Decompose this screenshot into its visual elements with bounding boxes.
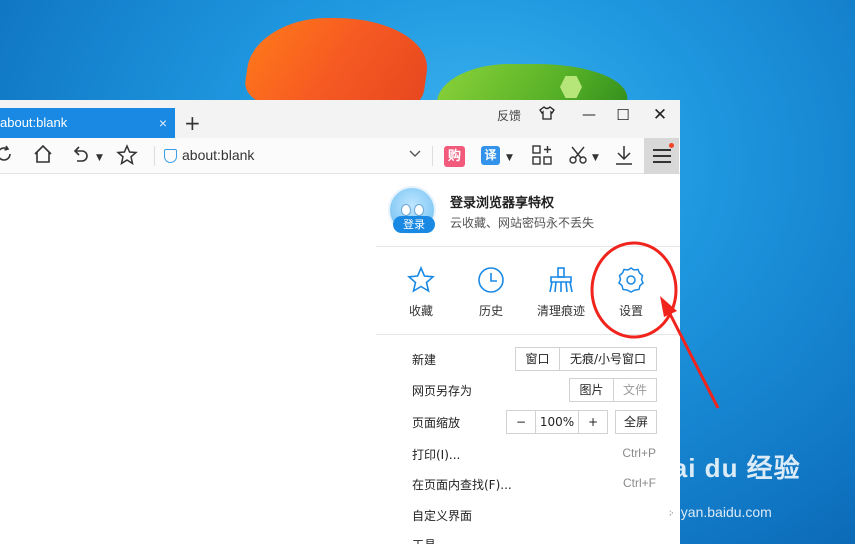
- main-menu-button[interactable]: [644, 138, 679, 174]
- quick-favorites-label: 收藏: [408, 304, 433, 318]
- quick-settings-button[interactable]: 设置: [598, 266, 664, 326]
- menu-row-zoom: 页面缩放 − 100% + 全屏: [412, 410, 672, 434]
- feedback-link[interactable]: 反馈: [497, 107, 521, 124]
- tab-close-icon[interactable]: ×: [159, 108, 167, 138]
- favorite-star-icon[interactable]: [116, 144, 138, 168]
- login-button[interactable]: 登录: [393, 216, 435, 233]
- avatar-eye: [401, 204, 411, 216]
- quick-favorites-button[interactable]: 收藏: [388, 266, 454, 326]
- watermark-url: jingyan.baidu.com: [659, 504, 772, 520]
- clock-icon: [478, 267, 504, 293]
- zoom-label: 页面缩放: [412, 416, 461, 430]
- menu-bar: [653, 161, 671, 163]
- save-as-label: 网页另存为: [412, 384, 473, 398]
- find-label: 在页面内查找(F)...: [412, 478, 512, 492]
- star-icon: [407, 266, 435, 293]
- new-incognito-window-button[interactable]: 无痕/小号窗口: [559, 347, 657, 371]
- menu-row-find[interactable]: 在页面内查找(F)... Ctrl+F: [412, 472, 672, 496]
- fullscreen-button[interactable]: 全屏: [615, 410, 657, 434]
- close-window-button[interactable]: ✕: [649, 104, 671, 126]
- zoom-value: 100%: [535, 410, 579, 434]
- home-icon[interactable]: [32, 144, 54, 168]
- new-label: 新建: [412, 353, 437, 367]
- menu-bar: [653, 155, 671, 157]
- gear-icon: [618, 267, 644, 293]
- new-tab-button[interactable]: +: [184, 113, 201, 133]
- print-label: 打印(I)...: [412, 448, 461, 462]
- quick-clean-label: 清理痕迹: [536, 304, 585, 318]
- translate-icon[interactable]: 译: [481, 146, 500, 165]
- maximize-button[interactable]: ☐: [612, 104, 634, 126]
- address-dropdown-icon[interactable]: [408, 144, 422, 168]
- translate-dropdown-icon[interactable]: ▼: [506, 146, 513, 170]
- new-window-button[interactable]: 窗口: [515, 347, 560, 371]
- screenshot-dropdown-icon[interactable]: ▼: [592, 146, 599, 170]
- scissors-icon[interactable]: [567, 144, 589, 168]
- quick-settings-label: 设置: [618, 304, 643, 318]
- divider: [376, 334, 680, 335]
- tab-about-blank[interactable]: about:blank ×: [0, 108, 175, 138]
- download-icon[interactable]: [613, 144, 635, 168]
- refresh-icon[interactable]: [0, 144, 14, 168]
- quick-history-label: 历史: [478, 304, 503, 318]
- tab-bar: about:blank × + 反馈 — ☐ ✕: [0, 100, 680, 138]
- tools-label: 工具: [412, 536, 436, 544]
- quick-clean-traces-button[interactable]: 清理痕迹: [528, 266, 594, 326]
- broom-icon: [549, 267, 573, 293]
- apps-grid-icon[interactable]: [531, 144, 553, 168]
- print-shortcut: Ctrl+P: [622, 446, 656, 460]
- menu-row-print[interactable]: 打印(I)... Ctrl+P: [412, 442, 672, 466]
- skin-shirt-icon[interactable]: [536, 104, 558, 126]
- menu-row-new: 新建 窗口 无痕/小号窗口: [412, 347, 672, 371]
- quick-history-button[interactable]: 历史: [458, 266, 524, 326]
- baidu-watermark: Bai du 经验 jingyan.baidu.com: [653, 448, 853, 528]
- watermark-logo: Bai du 经验: [653, 453, 801, 483]
- zoom-out-button[interactable]: −: [506, 410, 536, 434]
- avatar-eye: [414, 204, 424, 216]
- undo-dropdown-icon[interactable]: ▼: [96, 146, 103, 170]
- minimize-button[interactable]: —: [578, 104, 600, 126]
- tab-title: about:blank: [0, 115, 68, 130]
- shopping-icon[interactable]: 购: [444, 146, 465, 167]
- toolbar: ▼ about:blank 购 译 ▼ ▼: [0, 138, 680, 174]
- undo-close-icon[interactable]: [72, 144, 92, 168]
- windows-logo-red-pane: [241, 18, 435, 108]
- save-image-button[interactable]: 图片: [569, 378, 614, 402]
- login-subtitle: 云收藏、网站密码永不丢失: [450, 216, 595, 230]
- find-shortcut: Ctrl+F: [623, 476, 656, 490]
- menu-row-tools[interactable]: 工具: [412, 532, 672, 544]
- save-file-button[interactable]: 文件: [613, 378, 657, 402]
- divider: [376, 246, 680, 247]
- menu-bar: [653, 149, 671, 151]
- menu-row-customize[interactable]: 自定义界面 ›: [412, 503, 674, 527]
- main-menu-panel: 登录 登录浏览器享特权 云收藏、网站密码永不丢失 收藏 历史 清理痕迹 设置 新…: [376, 174, 680, 544]
- zoom-in-button[interactable]: +: [578, 410, 608, 434]
- separator: [154, 146, 155, 166]
- browser-window: about:blank × + 反馈 — ☐ ✕ ▼ about:blank 购…: [0, 100, 680, 544]
- separator: [432, 146, 433, 166]
- notification-dot: [669, 143, 674, 148]
- login-title[interactable]: 登录浏览器享特权: [450, 192, 554, 211]
- shield-icon: [164, 149, 177, 163]
- menu-row-save-as: 网页另存为 图片 文件: [412, 378, 672, 402]
- customize-label: 自定义界面: [412, 509, 473, 523]
- address-bar[interactable]: about:blank: [182, 147, 254, 163]
